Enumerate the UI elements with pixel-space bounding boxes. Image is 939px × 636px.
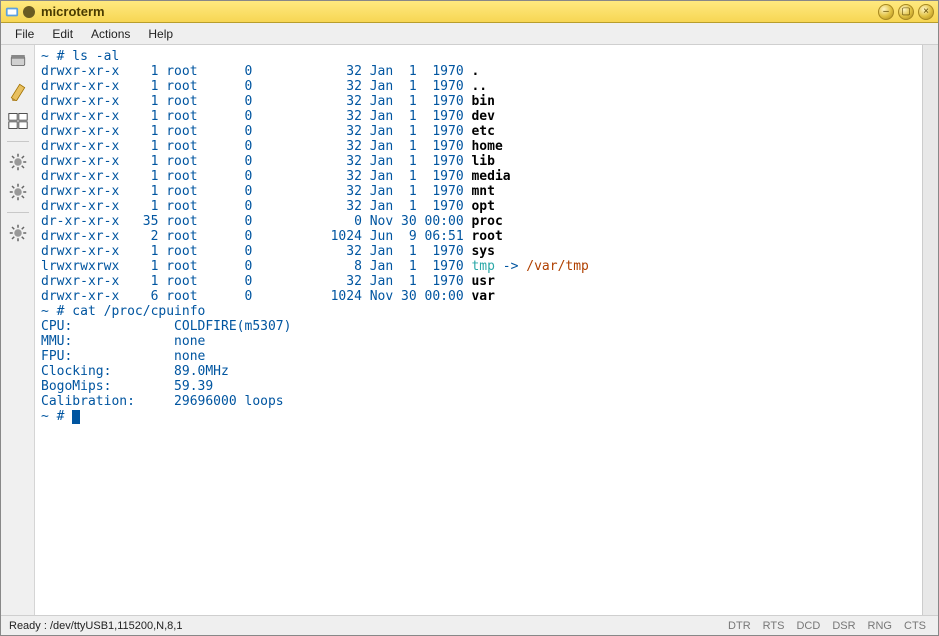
titlebar[interactable]: microterm – ▢ × (1, 1, 938, 23)
toolbar (1, 45, 35, 615)
app-icon (5, 5, 19, 19)
macros-button[interactable] (5, 109, 31, 133)
config-button-1[interactable] (5, 150, 31, 174)
statusbar: Ready : /dev/ttyUSB1,115200,N,8,1 DTR RT… (1, 615, 938, 635)
send-file-button[interactable] (5, 49, 31, 73)
minimize-button[interactable]: – (878, 4, 894, 20)
window: microterm – ▢ × File Edit Actions Help (0, 0, 939, 636)
menubar: File Edit Actions Help (1, 23, 938, 45)
terminal-output[interactable]: ~ # ls -al drwxr-xr-x 1 root 0 32 Jan 1 … (35, 45, 922, 615)
menu-actions[interactable]: Actions (83, 25, 138, 43)
toolbar-separator (7, 212, 29, 213)
body-area: ~ # ls -al drwxr-xr-x 1 root 0 32 Jan 1 … (1, 45, 938, 615)
signal-rts: RTS (763, 620, 785, 632)
signal-dtr: DTR (728, 620, 751, 632)
close-button[interactable]: × (918, 4, 934, 20)
config-button-2[interactable] (5, 180, 31, 204)
config-button-3[interactable] (5, 221, 31, 245)
menu-edit[interactable]: Edit (44, 25, 81, 43)
clear-button[interactable] (5, 79, 31, 103)
scrollbar[interactable] (922, 45, 938, 615)
signal-dcd: DCD (796, 620, 820, 632)
signal-rng: RNG (868, 620, 892, 632)
menu-file[interactable]: File (7, 25, 42, 43)
menu-help[interactable]: Help (140, 25, 181, 43)
signal-cts: CTS (904, 620, 926, 632)
terminal-area[interactable]: ~ # ls -al drwxr-xr-x 1 root 0 32 Jan 1 … (35, 45, 938, 615)
status-connection: Ready : /dev/ttyUSB1,115200,N,8,1 (9, 620, 182, 632)
maximize-button[interactable]: ▢ (898, 4, 914, 20)
window-title: microterm (41, 4, 874, 19)
signal-dsr: DSR (832, 620, 855, 632)
toolbar-separator (7, 141, 29, 142)
pin-icon[interactable] (23, 6, 35, 18)
status-signals: DTR RTS DCD DSR RNG CTS (728, 620, 930, 632)
